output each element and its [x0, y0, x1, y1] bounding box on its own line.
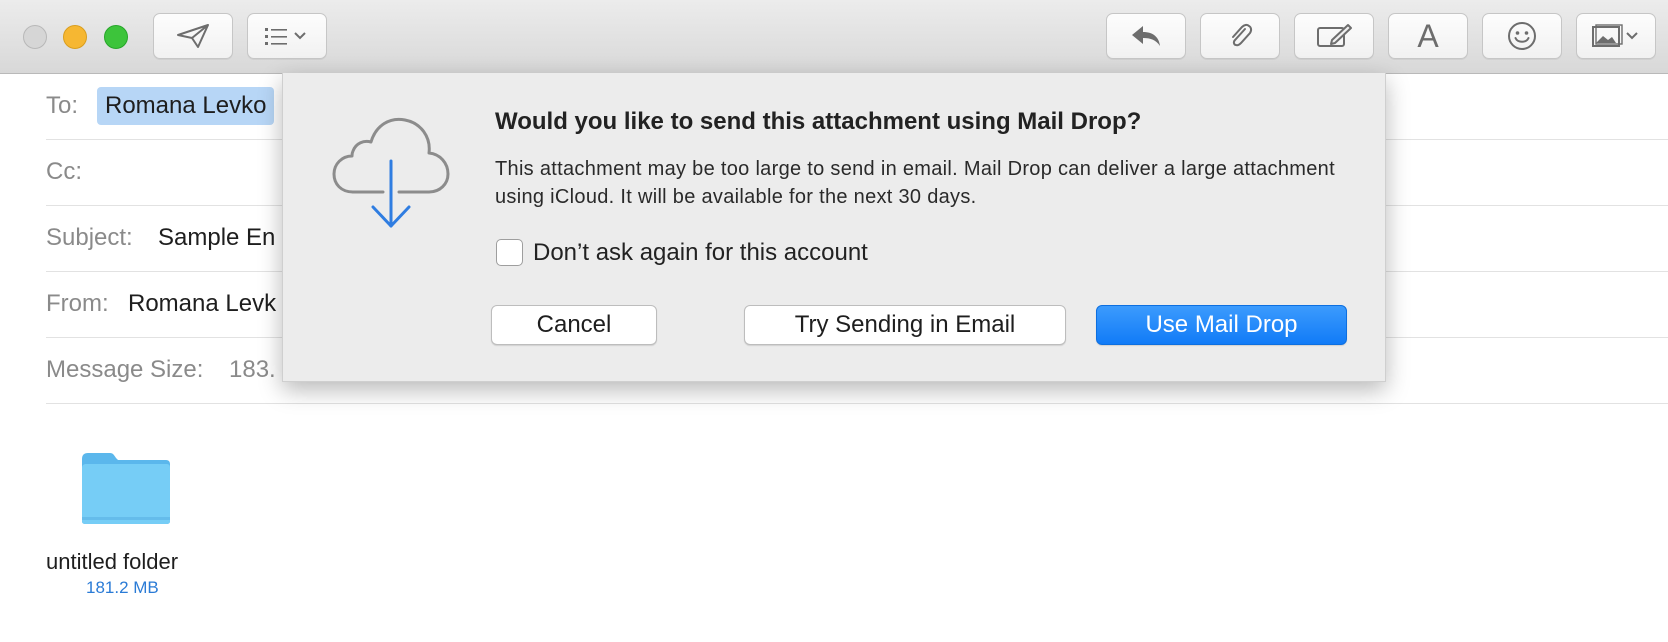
dialog-title: Would you like to send this attachment u… [495, 108, 1142, 135]
try-sending-in-email-button[interactable]: Try Sending in Email [744, 305, 1066, 345]
use-mail-drop-button[interactable]: Use Mail Drop [1096, 305, 1347, 345]
attach-button[interactable] [1200, 13, 1280, 59]
window-zoom-button[interactable] [104, 25, 128, 49]
send-icon [177, 24, 209, 48]
cancel-button[interactable]: Cancel [491, 305, 657, 345]
folder-icon[interactable] [80, 451, 172, 526]
attachment-name: untitled folder [46, 549, 179, 574]
emoji-icon [1508, 22, 1536, 50]
subject-input[interactable]: Sample En [158, 224, 275, 252]
to-label: To: [46, 92, 79, 119]
subject-label: Subject: [46, 224, 133, 251]
attachment-size: 181.2 MB [86, 578, 159, 597]
dialog-message: This attachment may be too large to send… [495, 158, 1335, 208]
toolbar: A [0, 0, 1668, 74]
cc-label: Cc: [46, 158, 82, 185]
header-fields-button[interactable] [247, 13, 327, 59]
send-button[interactable] [153, 13, 233, 59]
icloud-download-icon [332, 117, 450, 228]
window-close-button[interactable] [23, 25, 47, 49]
mail-drop-dialog: Would you like to send this attachment u… [282, 73, 1386, 382]
from-select[interactable]: Romana Levk [128, 290, 276, 318]
markup-icon [1317, 24, 1352, 47]
window-minimize-button[interactable] [63, 25, 87, 49]
message-size-value: 183. [229, 356, 276, 383]
cc-input[interactable] [106, 158, 306, 188]
attachment-icon [1232, 23, 1253, 47]
photo-browser-button[interactable] [1576, 13, 1656, 59]
photo-browser-icon [1592, 24, 1638, 47]
reply-icon [1132, 26, 1160, 46]
header-fields-icon [265, 28, 306, 45]
format-text-icon: A [1417, 17, 1439, 54]
message-size-label: Message Size: [46, 356, 204, 383]
markup-button[interactable] [1294, 13, 1374, 59]
recipient-token[interactable]: Romana Levko [97, 87, 275, 125]
dont-ask-again-label[interactable]: Don’t ask again for this account [533, 239, 868, 267]
format-button[interactable]: A [1388, 13, 1468, 59]
from-label: From: [46, 290, 109, 317]
dont-ask-again-checkbox[interactable] [496, 239, 523, 266]
emoji-button[interactable] [1482, 13, 1562, 59]
reply-button[interactable] [1106, 13, 1186, 59]
